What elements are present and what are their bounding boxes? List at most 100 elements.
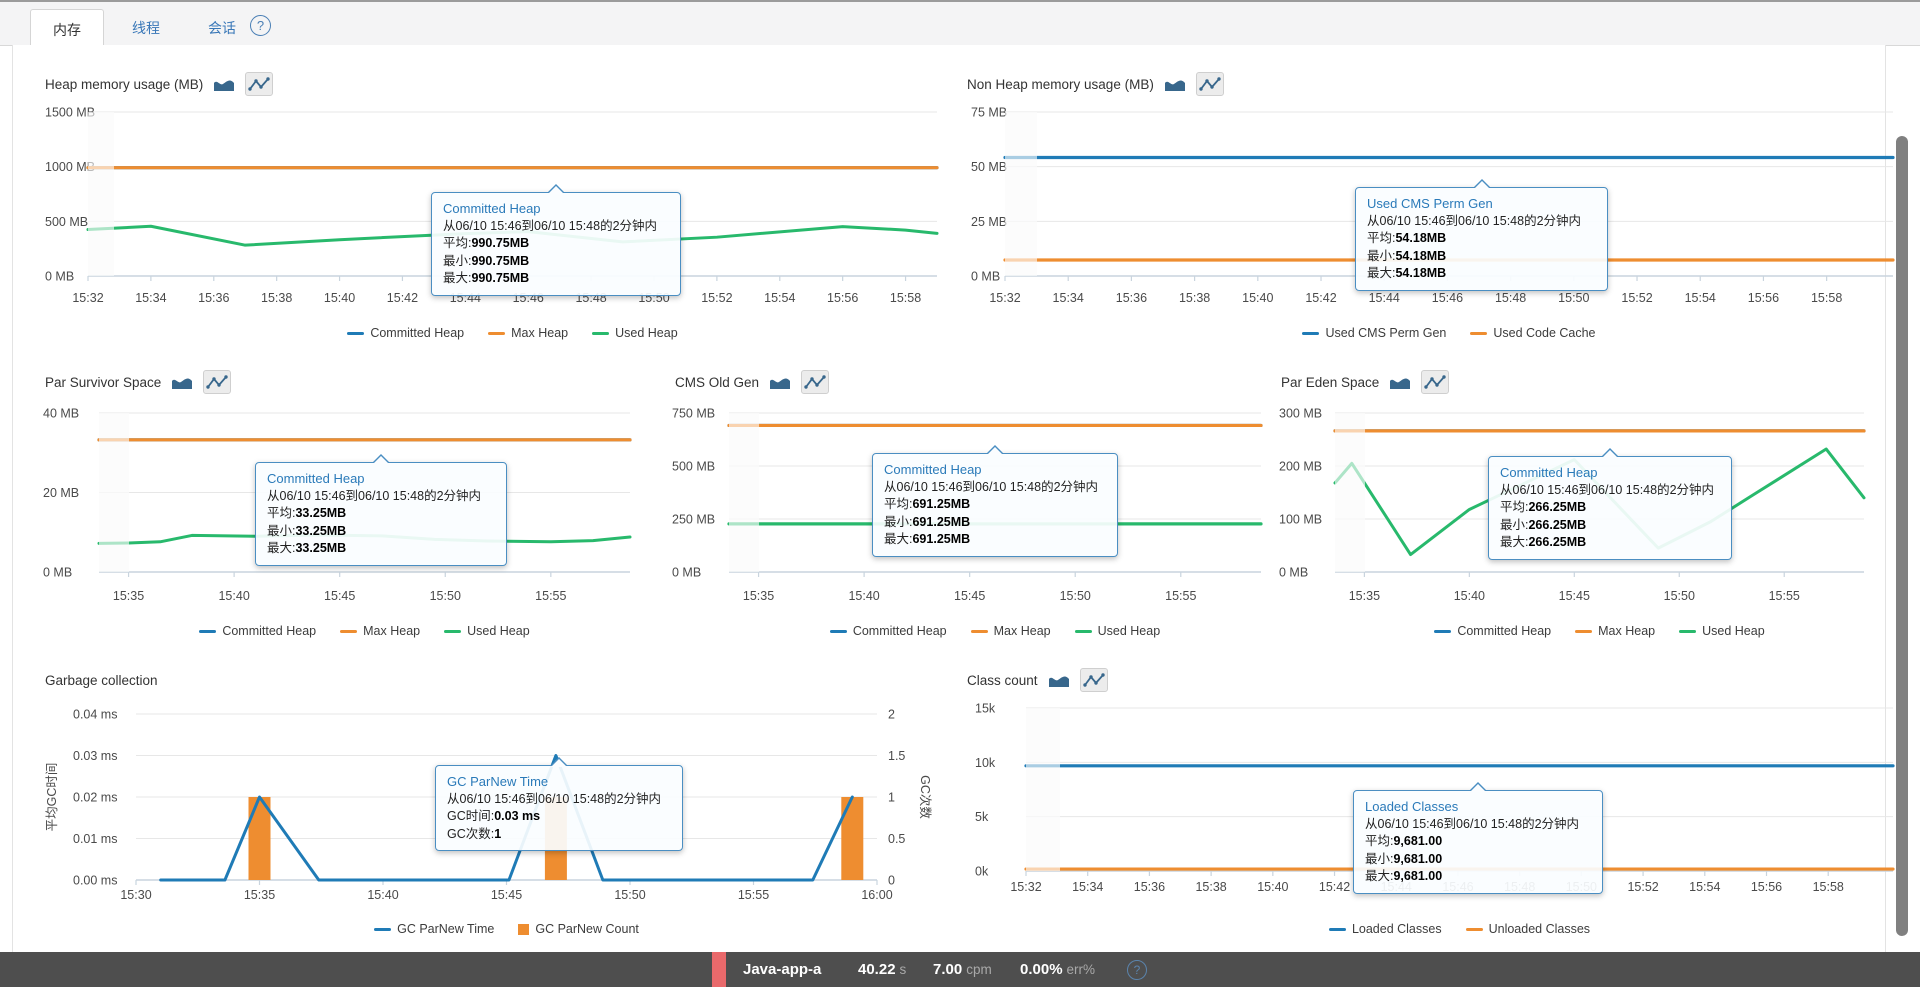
legend-gc: GC ParNew Time GC ParNew Count [136, 922, 877, 936]
chart-title-text: Par Eden Space [1281, 375, 1379, 390]
legend-item-used-heap[interactable]: Used Heap [444, 624, 530, 638]
tooltip-row: 最小:990.75MB [443, 253, 669, 271]
tooltip-row-label: 最大: [1500, 535, 1528, 549]
tooltip-row: GC时间:0.03 ms [447, 808, 671, 826]
legend-item-max-heap[interactable]: Max Heap [340, 624, 420, 638]
legend-item-committed-heap[interactable]: Committed Heap [830, 624, 947, 638]
chart-title-oldgen: CMS Old Gen [675, 370, 829, 394]
legend-label: Used Heap [1098, 624, 1161, 638]
area-chart-toggle-icon[interactable] [210, 72, 238, 96]
tooltip-title: Used CMS Perm Gen [1367, 195, 1596, 213]
legend-classcount: Loaded Classes Unloaded Classes [1026, 922, 1893, 936]
legend-label: Committed Heap [1457, 624, 1551, 638]
legend-swatch-orange [1575, 630, 1592, 633]
tooltip-row-label: 平均: [443, 236, 471, 250]
tooltip-row: 平均:990.75MB [443, 235, 669, 253]
legend-label: Max Heap [363, 624, 420, 638]
legend-label: Used Code Cache [1493, 326, 1595, 340]
tooltip-range: 从06/10 15:46到06/10 15:48的2分钟内 [884, 479, 1106, 497]
legend-item-used-heap[interactable]: Used Heap [592, 326, 678, 340]
legend-item-used-code-cache[interactable]: Used Code Cache [1470, 326, 1595, 340]
chart-title-eden: Par Eden Space [1281, 370, 1449, 394]
tooltip-row-label: 最大: [1365, 869, 1393, 883]
legend-item-max-heap[interactable]: Max Heap [488, 326, 568, 340]
status-help-icon[interactable]: ? [1127, 960, 1147, 980]
line-chart-toggle-icon[interactable] [203, 370, 231, 394]
tab-bar: 内存线程会话? [0, 2, 1920, 46]
tooltip-row-value: 33.25MB [295, 541, 346, 555]
tooltip-row: 平均:266.25MB [1500, 499, 1720, 517]
line-chart-toggle-icon[interactable] [1080, 668, 1108, 692]
throughput-value: 7.00 [933, 961, 962, 978]
line-chart-toggle-icon[interactable] [1421, 370, 1449, 394]
legend-item-used-heap[interactable]: Used Heap [1679, 624, 1765, 638]
legend-swatch-blue [1434, 630, 1451, 633]
tooltip-row-label: 最小: [443, 254, 471, 268]
tooltip-row: 最小:54.18MB [1367, 248, 1596, 266]
tooltip-row-value: 54.18MB [1395, 249, 1446, 263]
legend-item-used-heap[interactable]: Used Heap [1075, 624, 1161, 638]
legend-label: Used Heap [1702, 624, 1765, 638]
tooltip-row: 平均:691.25MB [884, 496, 1106, 514]
tooltip-row-label: 最小: [884, 515, 912, 529]
legend-swatch-orange [340, 630, 357, 633]
legend-item-max-heap[interactable]: Max Heap [1575, 624, 1655, 638]
tooltip-range: 从06/10 15:46到06/10 15:48的2分钟内 [447, 791, 671, 809]
tooltip-row-label: 平均: [1500, 500, 1528, 514]
tooltip-range: 从06/10 15:46到06/10 15:48的2分钟内 [443, 218, 669, 236]
legend-label: Committed Heap [222, 624, 316, 638]
legend-swatch-green [1679, 630, 1696, 633]
tooltip-caret-fill [373, 456, 389, 464]
tooltip-row-label: 平均: [884, 497, 912, 511]
response-time-metric: 40.22s [858, 952, 906, 987]
tooltip-row-value: 9,681.00 [1393, 869, 1442, 883]
legend-label: GC ParNew Count [535, 922, 639, 936]
area-chart-toggle-icon[interactable] [1161, 72, 1189, 96]
area-chart-toggle-icon[interactable] [1386, 370, 1414, 394]
legend-item-committed-heap[interactable]: Committed Heap [199, 624, 316, 638]
chart-title-gc: Garbage collection [45, 668, 158, 692]
tooltip-row: 最小:9,681.00 [1365, 851, 1591, 869]
chart-title-text: Class count [967, 673, 1038, 688]
legend-swatch-blue [199, 630, 216, 633]
tooltip-row-value: 691.25MB [912, 532, 970, 546]
legend-heap: Committed Heap Max Heap Used Heap [88, 326, 937, 340]
legend-item-gc-parnew-time[interactable]: GC ParNew Time [374, 922, 494, 936]
tooltip-row-value: 9,681.00 [1393, 852, 1442, 866]
scrollbar-thumb[interactable] [1896, 136, 1908, 936]
legend-swatch-orange [488, 332, 505, 335]
area-chart-toggle-icon[interactable] [1045, 668, 1073, 692]
tooltip-classcount: Loaded Classes从06/10 15:46到06/10 15:48的2… [1353, 790, 1603, 894]
legend-item-used-cms-perm-gen[interactable]: Used CMS Perm Gen [1302, 326, 1446, 340]
tooltip-row-label: 最小: [1365, 852, 1393, 866]
tooltip-row: 最大:9,681.00 [1365, 868, 1591, 886]
tooltip-survivor: Committed Heap从06/10 15:46到06/10 15:48的2… [255, 462, 507, 566]
tooltip-row-label: 最小: [1500, 518, 1528, 532]
legend-item-unloaded-classes[interactable]: Unloaded Classes [1466, 922, 1590, 936]
tab-线程[interactable]: 线程 [110, 11, 182, 45]
line-chart-toggle-icon[interactable] [801, 370, 829, 394]
tab-会话[interactable]: 会话 [186, 11, 258, 45]
legend-item-committed-heap[interactable]: Committed Heap [347, 326, 464, 340]
tab-help-icon[interactable]: ? [250, 15, 271, 36]
chart-title-nonheap: Non Heap memory usage (MB) [967, 72, 1224, 96]
legend-item-loaded-classes[interactable]: Loaded Classes [1329, 922, 1442, 936]
tooltip-caret-fill [987, 447, 1003, 455]
legend-item-max-heap[interactable]: Max Heap [971, 624, 1051, 638]
tooltip-row-value: 1 [494, 827, 501, 841]
tooltip-row-label: 平均: [1367, 231, 1395, 245]
tooltip-caret-fill [1470, 784, 1486, 792]
area-chart-toggle-icon[interactable] [766, 370, 794, 394]
legend-label: Loaded Classes [1352, 922, 1442, 936]
line-chart-toggle-icon[interactable] [1196, 72, 1224, 96]
legend-item-gc-parnew-count[interactable]: GC ParNew Count [518, 922, 639, 936]
tab-内存[interactable]: 内存 [30, 9, 104, 50]
tooltip-gc: GC ParNew Time从06/10 15:46到06/10 15:48的2… [435, 765, 683, 851]
line-chart-toggle-icon[interactable] [245, 72, 273, 96]
legend-item-committed-heap[interactable]: Committed Heap [1434, 624, 1551, 638]
legend-label: Unloaded Classes [1489, 922, 1590, 936]
tooltip-row-value: 54.18MB [1395, 266, 1446, 280]
app-name[interactable]: Java-app-a [743, 952, 821, 987]
status-bar: Java-app-a 40.22s 7.00cpm 0.00%err% ? [0, 952, 1920, 987]
area-chart-toggle-icon[interactable] [168, 370, 196, 394]
